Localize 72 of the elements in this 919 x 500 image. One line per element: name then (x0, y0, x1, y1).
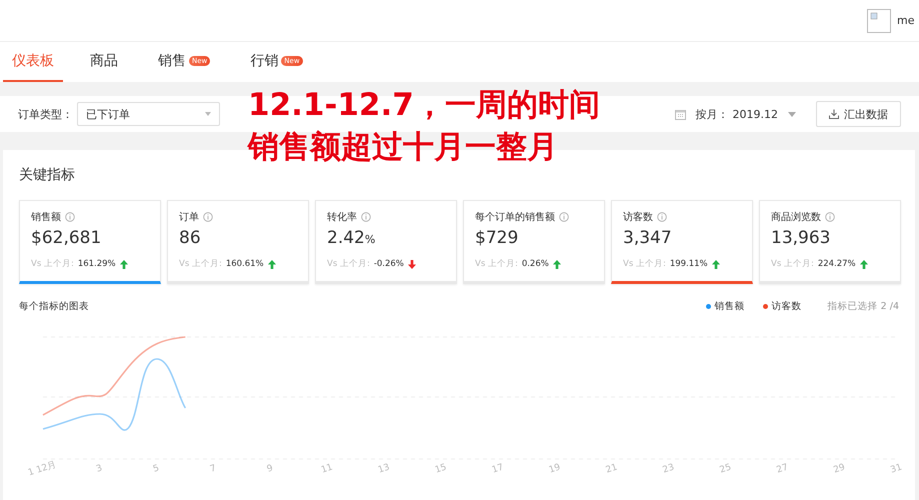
x-axis-label: 27 (776, 462, 790, 476)
info-icon (559, 212, 569, 222)
x-axis-label: 23 (662, 462, 676, 476)
x-axis-label: 15 (434, 462, 448, 476)
chart-title: 每个指标的图表 (19, 300, 89, 313)
metric-value: 13,963 (771, 228, 832, 248)
order-type-select[interactable]: 已下订单 (77, 102, 220, 126)
x-axis-label: 11 (320, 462, 334, 476)
broken-image-icon (867, 8, 891, 32)
x-axis-label: 19 (548, 462, 562, 476)
metric-label: 每个订单的销售额 (475, 210, 555, 224)
metric-value: 86 (179, 228, 202, 248)
metric-card[interactable]: 访客数 3,347 Vs 上个月: 199.11% (611, 200, 753, 284)
change-value: 199.11% (670, 259, 708, 269)
change-value: 0.26% (522, 259, 549, 269)
legend-label: 销售额 (714, 300, 745, 313)
x-axis-label: 1 12月 (27, 460, 58, 478)
x-axis-label: 3 (95, 463, 104, 475)
metric-label: 访客数 (623, 210, 653, 224)
change-value: -0.26% (374, 259, 404, 269)
overlay-caption: 销售额超过十月一整月 (248, 128, 559, 167)
month-select[interactable]: 2019.12 (732, 108, 796, 120)
x-axis-label: 5 (152, 463, 161, 475)
metric-card[interactable]: 销售额 $62,681 Vs 上个月: 161.29% (19, 200, 161, 284)
compare-label: Vs 上个月: (475, 258, 518, 270)
info-icon (825, 212, 835, 222)
change-value: 161.29% (78, 259, 116, 269)
selection-count: 指标已选择 2 /4 (828, 300, 899, 313)
metric-label: 销售额 (31, 210, 61, 224)
legend-label: 访客数 (772, 300, 802, 313)
metric-label: 转化率 (327, 210, 357, 224)
metric-value: 2.42% (327, 228, 376, 248)
metric-label: 订单 (179, 210, 199, 224)
compare-label: Vs 上个月: (623, 258, 666, 270)
compare-label: Vs 上个月: (31, 258, 74, 270)
x-axis-label: 17 (490, 462, 505, 476)
metric-value: 3,347 (623, 228, 673, 248)
metric-card[interactable]: 每个订单的销售额 $729 Vs 上个月: 0.26% (463, 200, 605, 284)
x-axis-label: 7 (208, 463, 218, 475)
info-icon (361, 212, 371, 222)
caret-icon (788, 112, 796, 116)
overlay-caption: 12.1-12.7，一周的时间 (248, 86, 600, 125)
download-icon (829, 109, 839, 119)
compare-label: Vs 上个月: (179, 258, 222, 270)
metric-card[interactable]: 商品浏览数 13,963 Vs 上个月: 224.27% (759, 200, 901, 284)
user-name: me (897, 14, 916, 27)
metric-card[interactable]: 订单 86 Vs 上个月: 160.61% (167, 200, 309, 284)
export-button[interactable]: 汇出数据 (816, 101, 901, 127)
x-axis-label: 25 (718, 462, 733, 476)
change-value: 160.61% (226, 259, 264, 269)
calendar-icon (674, 108, 686, 120)
nav-tab[interactable]: 仪表板 (3, 42, 63, 82)
compare-label: Vs 上个月: (771, 258, 814, 270)
metric-value: $729 (475, 228, 520, 248)
metric-card[interactable]: 转化率 2.42% Vs 上个月: -0.26% (315, 200, 457, 284)
compare-label: Vs 上个月: (327, 258, 370, 270)
nav-tab[interactable]: 商品 (81, 42, 127, 82)
info-icon (657, 212, 667, 222)
caret-icon (205, 112, 211, 116)
order-type-label: 订单类型： (18, 106, 73, 122)
x-axis-label: 9 (266, 463, 274, 475)
change-value: 224.27% (818, 259, 856, 269)
panel-title: 关键指标 (19, 166, 76, 184)
x-axis-label: 21 (604, 462, 619, 476)
metric-label: 商品浏览数 (771, 210, 821, 224)
x-axis-label: 29 (832, 462, 846, 476)
month-label: 按月： (696, 106, 728, 122)
info-icon (65, 212, 75, 222)
metric-value: $62,681 (31, 228, 102, 248)
info-icon (203, 212, 213, 222)
x-axis-label: 31 (889, 462, 904, 476)
x-axis-label: 13 (377, 462, 391, 476)
